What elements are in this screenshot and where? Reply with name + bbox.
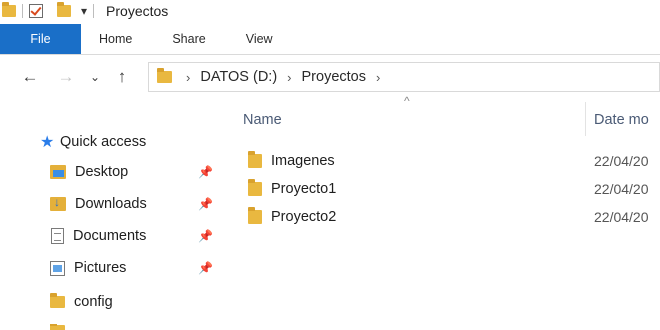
file-list: ^ Name Date mo Imagenes 22/04/20 Proyect… bbox=[221, 94, 660, 330]
downloads-folder-icon bbox=[50, 195, 66, 211]
up-icon[interactable]: ↑ bbox=[108, 67, 136, 87]
nav-item-config[interactable]: config bbox=[50, 293, 113, 310]
nav-item-label: Downloads bbox=[75, 196, 147, 212]
properties-checkbox-icon[interactable] bbox=[29, 4, 43, 18]
nav-quick-access[interactable]: ★ Quick access bbox=[40, 132, 146, 152]
breadcrumb-drive[interactable]: DATOS (D:) bbox=[200, 69, 277, 85]
navigation-pane: ★ Quick access Desktop 📌 Downloads 📌 Doc… bbox=[0, 98, 220, 330]
tab-home[interactable]: Home bbox=[81, 24, 152, 54]
nav-item-label: Pictures bbox=[74, 260, 127, 276]
breadcrumb-proyectos[interactable]: Proyectos bbox=[302, 69, 366, 85]
list-item[interactable]: Imagenes 22/04/20 bbox=[221, 147, 660, 175]
file-date: 22/04/20 bbox=[594, 181, 649, 197]
tab-share[interactable]: Share bbox=[152, 24, 225, 54]
navigation-bar: ← → ⌄ ↑ › DATOS (D:) › Proyectos › bbox=[0, 56, 660, 98]
folder-icon bbox=[2, 2, 16, 17]
window-title: Proyectos bbox=[106, 3, 169, 19]
chevron-right-icon[interactable]: › bbox=[376, 70, 380, 85]
nav-item-downloads[interactable]: Downloads 📌 bbox=[50, 195, 220, 212]
column-header-date[interactable]: Date mo bbox=[594, 112, 660, 128]
column-header-name[interactable]: Name bbox=[243, 112, 282, 128]
folder-icon bbox=[248, 179, 262, 196]
nav-item-pictures[interactable]: Pictures 📌 bbox=[50, 260, 220, 276]
pin-icon[interactable]: 📌 bbox=[198, 197, 213, 211]
address-bar[interactable]: › DATOS (D:) › Proyectos › bbox=[148, 62, 660, 92]
folder-icon bbox=[50, 324, 65, 330]
nav-item-desktop[interactable]: Desktop 📌 bbox=[50, 164, 220, 180]
sort-ascending-icon: ^ bbox=[404, 94, 410, 108]
nav-item-label: Documents bbox=[73, 228, 147, 244]
pin-icon[interactable]: 📌 bbox=[198, 261, 213, 275]
file-name: Proyecto2 bbox=[271, 209, 337, 225]
file-date: 22/04/20 bbox=[594, 209, 649, 225]
nav-quick-access-label: Quick access bbox=[60, 134, 147, 150]
nav-item-documents[interactable]: Documents 📌 bbox=[51, 228, 220, 244]
pictures-icon bbox=[50, 260, 65, 276]
pin-icon[interactable]: 📌 bbox=[198, 229, 213, 243]
folder-icon bbox=[157, 68, 172, 83]
ribbon-tabs: File Home Share View bbox=[0, 24, 660, 55]
star-icon: ★ bbox=[40, 134, 55, 151]
column-divider[interactable] bbox=[585, 102, 586, 136]
list-item[interactable]: Proyecto2 22/04/20 bbox=[221, 203, 660, 231]
folder-icon bbox=[50, 293, 65, 308]
chevron-right-icon[interactable]: › bbox=[186, 70, 190, 85]
tab-view[interactable]: View bbox=[226, 24, 293, 54]
forward-icon[interactable]: → bbox=[52, 67, 80, 87]
nav-item-label: Desktop bbox=[75, 164, 129, 180]
nav-item-partial[interactable] bbox=[50, 324, 220, 330]
customize-toolbar-icon[interactable]: ▾ bbox=[81, 4, 87, 18]
separator bbox=[22, 4, 23, 18]
new-folder-icon[interactable] bbox=[57, 2, 71, 17]
folder-icon bbox=[248, 207, 262, 224]
list-item[interactable]: Proyecto1 22/04/20 bbox=[221, 175, 660, 203]
desktop-folder-icon bbox=[50, 165, 66, 179]
tab-file[interactable]: File bbox=[0, 24, 81, 54]
file-name: Proyecto1 bbox=[271, 181, 337, 197]
documents-icon bbox=[51, 228, 64, 244]
separator bbox=[93, 4, 95, 18]
folder-icon bbox=[248, 151, 262, 168]
back-icon[interactable]: ← bbox=[16, 67, 44, 87]
pin-icon[interactable]: 📌 bbox=[198, 165, 213, 179]
file-name: Imagenes bbox=[271, 153, 335, 169]
recent-locations-chevron-icon[interactable]: ⌄ bbox=[84, 70, 106, 84]
title-bar: ▾ Proyectos bbox=[0, 0, 660, 22]
chevron-right-icon[interactable]: › bbox=[287, 70, 291, 85]
file-date: 22/04/20 bbox=[594, 153, 649, 169]
nav-item-label: config bbox=[74, 294, 113, 310]
